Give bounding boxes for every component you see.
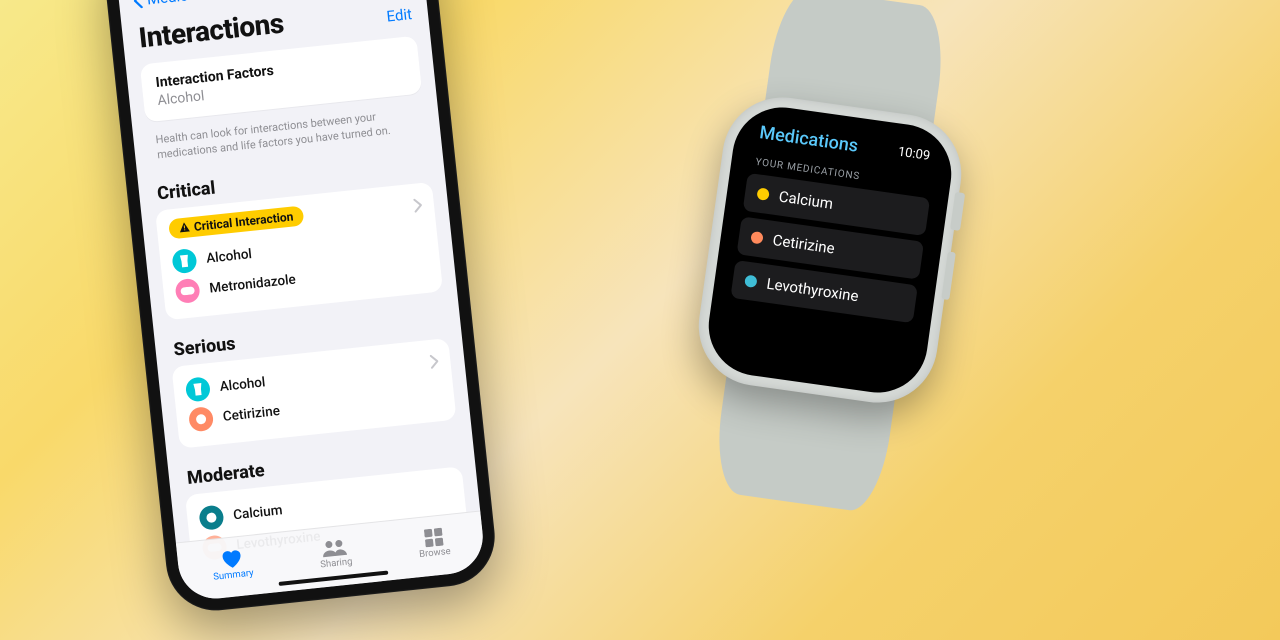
critical-badge: Critical Interaction <box>168 205 304 239</box>
tablet-icon <box>198 504 224 530</box>
glass-icon <box>171 248 197 274</box>
tab-sharing[interactable]: Sharing <box>318 537 353 570</box>
watch-case: Medications 10:09 YOUR MEDICATIONS Calci… <box>691 90 969 411</box>
watch-med-name: Levothyroxine <box>765 275 859 306</box>
tab-summary[interactable]: Summary <box>210 546 254 582</box>
capsule-icon <box>174 277 200 303</box>
tab-browse[interactable]: Browse <box>417 526 452 559</box>
tablet-icon <box>188 406 214 432</box>
tab-label: Summary <box>213 567 254 582</box>
interaction-item: Cetirizine <box>222 403 281 425</box>
glass-icon <box>185 376 211 402</box>
home-indicator <box>279 571 389 586</box>
warning-icon <box>178 222 190 234</box>
watch-med-name: Cetirizine <box>772 231 836 258</box>
color-dot-icon <box>750 231 764 245</box>
back-label: Medications <box>146 0 230 9</box>
promo-background: 10:09 Medications <box>0 0 1280 640</box>
critical-badge-label: Critical Interaction <box>193 209 294 233</box>
iphone-frame: 10:09 Medications <box>100 0 499 615</box>
watch-side-button[interactable] <box>941 251 956 300</box>
interaction-item: Alcohol <box>205 246 252 267</box>
tab-label: Sharing <box>320 556 353 570</box>
interaction-item: Metronidazole <box>209 271 297 296</box>
edit-button[interactable]: Edit <box>386 5 413 26</box>
chevron-right-icon <box>430 353 440 373</box>
iphone-device: 10:09 Medications <box>100 0 499 615</box>
chevron-right-icon <box>413 197 423 217</box>
watch-med-name: Calcium <box>778 187 834 212</box>
people-icon <box>321 537 349 558</box>
iphone-screen: 10:09 Medications <box>114 0 487 602</box>
color-dot-icon <box>756 187 770 201</box>
heart-icon <box>220 547 244 569</box>
interaction-item: Calcium <box>232 502 283 523</box>
color-dot-icon <box>744 275 758 289</box>
watch-screen: Medications 10:09 YOUR MEDICATIONS Calci… <box>702 101 957 399</box>
digital-crown[interactable] <box>950 192 965 231</box>
chevron-left-icon <box>132 0 144 9</box>
watch-time: 10:09 <box>897 145 931 164</box>
apple-watch-device: Medications 10:09 YOUR MEDICATIONS Calci… <box>676 0 985 519</box>
interaction-item: Alcohol <box>219 374 266 395</box>
tab-label: Browse <box>419 545 452 559</box>
grid-icon <box>423 527 443 547</box>
